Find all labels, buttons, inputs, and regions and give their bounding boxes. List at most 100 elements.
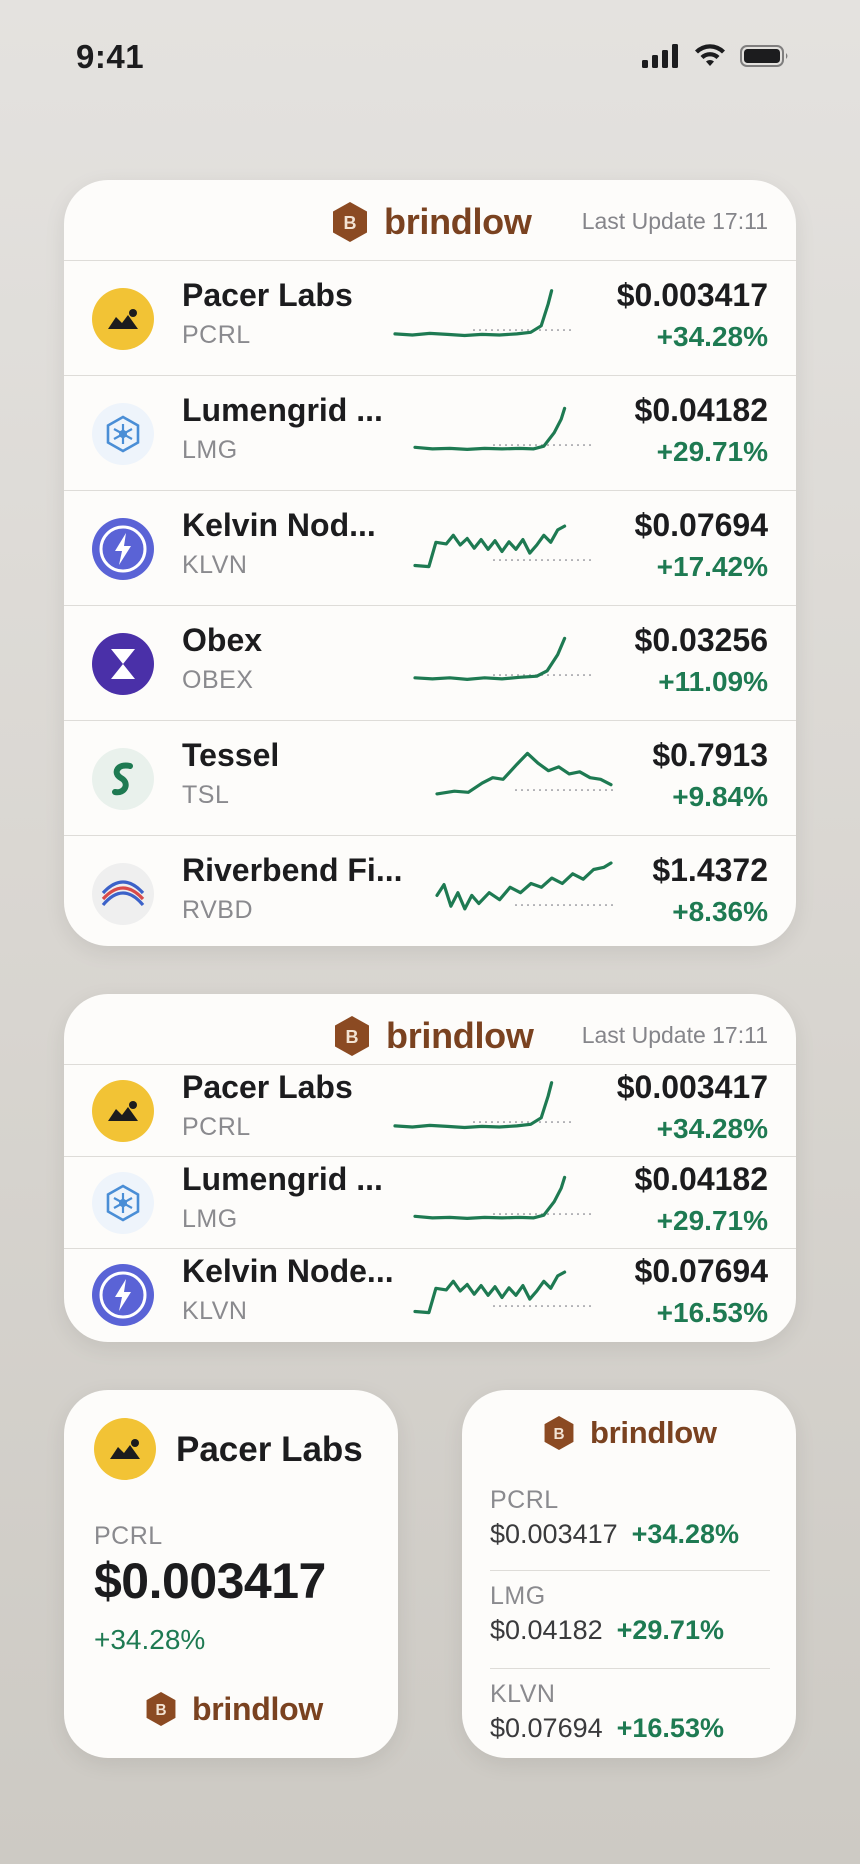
brindlow-logo-icon: B [146,1692,176,1726]
coin-name: Tessel [182,736,280,773]
small-list-widget[interactable]: B brindlow PCRL $0.003417 +34.28% LMG $0… [462,1390,796,1758]
sparkline-path [435,860,613,910]
coin-change: +29.71% [656,1205,768,1236]
coin-ticker: KLVN [182,1297,248,1325]
lumengrid-icon [92,402,154,465]
obex-icon [92,632,154,695]
coin-ticker: PCRL [182,1113,251,1141]
cellular-signal-icon [642,44,678,68]
brand-logo: B brindlow [330,200,532,244]
coin-ticker: LMG [490,1582,546,1610]
coin-row[interactable]: Kelvin Nod... KLVN $0.07694 +17.42% [64,490,796,605]
status-time: 9:41 [76,38,145,75]
coin-name: Pacer Labs [176,1430,363,1469]
coin-row[interactable]: Lumengrid ... LMG $0.04182 +29.71% [64,375,796,490]
coin-price: $0.003417 [616,1069,768,1105]
coin-name: Kelvin Node... [182,1253,394,1289]
coin-name: Lumengrid ... [182,1161,383,1197]
coin-row[interactable]: Obex OBEX $0.03256 +11.09% [64,605,796,720]
coin-price: $1.4372 [652,851,768,888]
coin-change: +34.28% [631,1519,739,1549]
coin-name: Pacer Labs [182,1069,353,1105]
pacer-labs-icon [92,287,154,350]
coin-ticker: LMG [182,1205,238,1233]
sparkline-chart [393,1081,572,1130]
sparkline [412,515,592,571]
coin-price: $0.07694 [490,1713,603,1743]
coin-price: $0.7913 [652,736,768,773]
coin-change: +16.53% [616,1713,724,1743]
kelvin-node-icon [92,1264,154,1326]
sparkline-path [413,636,567,681]
coin-row[interactable]: Riverbend Fi... RVBD $1.4372 +8.36% [64,835,796,946]
lumengrid-icon [92,1172,154,1234]
coin-change: +17.42% [656,550,768,582]
sparkline [412,1169,592,1225]
status-icons [642,44,790,68]
coin-name: Lumengrid ... [182,391,383,428]
coin-ticker: LMG [182,435,238,464]
small-single-coin-widget[interactable]: Pacer Labs PCRL $0.003417 +34.28% B brin… [64,1390,398,1758]
battery-icon [740,45,788,67]
coin-ticker: OBEX [182,665,254,694]
brand-logo: B brindlow [332,1014,534,1058]
coin-ticker: PCRL [490,1486,559,1514]
list-item[interactable]: LMG $0.04182 +29.71% [490,1582,770,1646]
brindlow-logo-icon: B [544,1416,574,1450]
brindlow-logo-icon: B [333,202,367,242]
coin-ticker: PCRL [94,1522,163,1550]
coin-name: Riverbend Fi... [182,851,403,888]
last-update: Last Update 17:11 [581,1022,768,1048]
brand-name: brindlow [192,1690,323,1727]
large-watchlist-widget[interactable]: B brindlow Last Update 17:11 Pacer Labs … [64,180,796,946]
coin-ticker: TSL [182,780,230,809]
coin-price: $0.003417 [94,1553,326,1609]
coin-row[interactable]: Pacer Labs PCRL $0.003417 +34.28% [64,1064,796,1156]
coin-row[interactable]: Tessel TSL $0.7913 +9.84% [64,720,796,835]
coin-name: Obex [182,621,263,658]
coin-ticker: RVBD [182,895,254,924]
coin-price: $0.003417 [490,1519,618,1549]
sparkline [392,1077,572,1133]
coin-change: +8.36% [672,895,768,927]
sparkline-chart [413,406,592,451]
coin-row[interactable]: Lumengrid ... LMG $0.04182 +29.71% [64,1156,796,1248]
sparkline-path [413,406,567,451]
svg-text:B: B [344,213,357,233]
coin-ticker: KLVN [182,550,248,579]
sparkline-chart [413,1270,592,1315]
coin-row[interactable]: Kelvin Node... KLVN $0.07694 +16.53% [64,1248,796,1340]
coin-name: Pacer Labs [182,276,353,313]
brand-logo: B brindlow [144,1690,323,1728]
list-item[interactable]: KLVN $0.07694 +16.53% [490,1680,770,1744]
coin-change: +9.84% [672,780,768,812]
brand-logo: B brindlow [542,1414,717,1452]
coin-price: $0.03256 [634,621,768,658]
coin-change: +29.71% [656,435,768,467]
coin-price: $0.07694 [634,506,768,543]
sparkline [412,1261,592,1317]
sparkline [434,860,614,916]
coin-row[interactable]: Pacer Labs PCRL $0.003417 +34.28% [64,260,796,375]
medium-watchlist-widget[interactable]: B brindlow Last Update 17:11 Pacer Labs … [64,994,796,1342]
svg-text:B: B [346,1027,359,1047]
pacer-labs-icon [94,1418,156,1480]
sparkline-chart [393,288,572,337]
divider [490,1668,770,1669]
coin-change: +34.28% [94,1624,206,1655]
widget-header: B brindlow Last Update 17:11 [64,180,796,260]
coin-name: Kelvin Nod... [182,506,376,543]
sparkline-path [393,288,554,337]
list-item[interactable]: PCRL $0.003417 +34.28% [490,1486,770,1550]
coin-ticker: PCRL [182,320,251,349]
brand-name: brindlow [386,1015,534,1056]
status-bar: 9:41 [0,0,860,110]
coin-change: +11.09% [658,665,768,697]
sparkline-path [393,1081,554,1130]
coin-price: $0.003417 [616,276,768,313]
wifi-icon [695,44,725,66]
sparkline-chart [435,860,614,910]
widget-header: B brindlow Last Update 17:11 [64,994,796,1074]
coin-price: $0.07694 [634,1253,768,1289]
sparkline [434,745,614,801]
